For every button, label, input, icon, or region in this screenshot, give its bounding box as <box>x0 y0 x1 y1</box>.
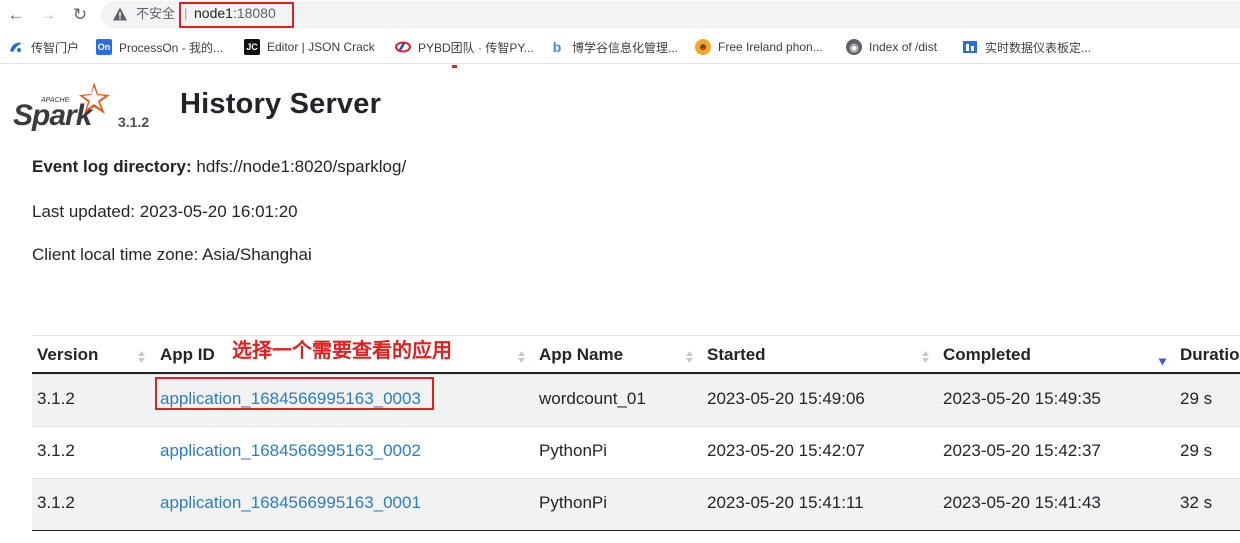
bookmark-dashboard[interactable]: 实时数据仪表板定... <box>962 39 1091 55</box>
cell-completed: 2023-05-20 15:49:35 <box>943 389 1101 408</box>
cell-app-name: PythonPi <box>539 441 608 460</box>
spark-version: 3.1.2 <box>118 114 150 130</box>
cell-app-name: PythonPi <box>539 493 608 512</box>
cell-started: 2023-05-20 15:41:11 <box>707 493 864 512</box>
bookmark-boxuegu[interactable]: b 博学谷信息化管理... <box>549 39 678 55</box>
bookmark-label: Index of /dist <box>869 40 938 54</box>
bookmark-jsoncrack[interactable]: JC Editor | JSON Crack <box>244 39 375 55</box>
url-text[interactable]: node1:18080 <box>194 5 276 22</box>
col-header-completed[interactable]: Completed <box>943 345 1031 365</box>
back-arrow-icon[interactable]: ← <box>4 4 28 26</box>
url-host: node1 <box>194 5 233 21</box>
bookmark-label: PYBD团队 · 传智PY... <box>418 40 534 55</box>
event-log-value: hdfs://node1:8020/sparklog/ <box>196 157 407 176</box>
cell-duration: 29 s <box>1180 441 1213 460</box>
svg-text:Spark: Spark <box>13 99 94 132</box>
url-separator: | <box>184 6 188 21</box>
red-mark <box>452 65 457 68</box>
bookmark-label: 实时数据仪表板定... <box>985 40 1092 55</box>
bookmark-free-ireland[interactable]: ☻ Free Ireland phon... <box>695 39 823 55</box>
col-header-started[interactable]: Started <box>707 345 766 365</box>
cell-app-name: wordcount_01 <box>539 389 646 408</box>
cell-version: 3.1.2 <box>37 441 75 460</box>
table-row: 3.1.2 application_1684566995163_0002 Pyt… <box>32 426 1240 478</box>
sort-icon[interactable] <box>921 350 930 364</box>
table-header: Version App ID App Name Started Complete… <box>32 335 1240 374</box>
processon-icon: On <box>96 39 112 55</box>
globe-icon: ◉ <box>846 39 862 55</box>
sort-desc-icon[interactable] <box>1158 358 1167 366</box>
pybd-icon <box>395 39 411 55</box>
bookmark-label: Free Ireland phon... <box>718 40 823 54</box>
page-title: History Server <box>180 88 382 120</box>
bookmark-label: Editor | JSON Crack <box>267 40 375 54</box>
event-log-label: Event log directory: <box>32 157 192 176</box>
cell-completed: 2023-05-20 15:42:37 <box>943 441 1101 460</box>
chuanzhi-icon <box>8 39 24 55</box>
smiley-icon: ☻ <box>695 39 711 55</box>
bookmark-chuanzhi[interactable]: 传智门户 <box>8 39 79 55</box>
bookmark-label: 传智门户 <box>31 40 80 55</box>
col-header-duration[interactable]: Duratio <box>1180 345 1240 365</box>
table-bottom-border <box>32 530 1240 531</box>
app-id-link[interactable]: application_1684566995163_0002 <box>160 441 421 461</box>
bookmark-index-dist[interactable]: ◉ Index of /dist <box>846 39 937 55</box>
bookmark-label: ProcessOn - 我的... <box>119 40 224 55</box>
bookmarks-bar: 传智门户 On ProcessOn - 我的... JC Editor | JS… <box>0 31 1240 64</box>
client-timezone: Client local time zone: Asia/Shanghai <box>32 245 312 264</box>
browser-toolbar: ← → ↻ 不安全 | node1:18080 <box>0 0 1240 31</box>
col-header-app-id[interactable]: App ID <box>160 345 215 365</box>
url-port: :18080 <box>232 5 276 21</box>
sort-icon[interactable] <box>685 350 694 364</box>
dashboard-icon <box>962 39 978 55</box>
annotation-highlight-box <box>155 377 434 410</box>
col-header-app-name[interactable]: App Name <box>539 345 623 365</box>
cell-duration: 29 s <box>1180 389 1213 408</box>
sort-icon[interactable] <box>517 350 526 364</box>
warning-icon[interactable] <box>112 6 128 22</box>
sort-icon[interactable] <box>137 350 146 364</box>
forward-arrow-icon[interactable]: → <box>36 4 60 26</box>
event-log-directory: Event log directory: hdfs://node1:8020/s… <box>32 157 406 177</box>
cell-completed: 2023-05-20 15:41:43 <box>943 493 1101 512</box>
security-status[interactable]: 不安全 <box>136 6 175 22</box>
col-header-version[interactable]: Version <box>37 345 98 365</box>
bookmark-pybd[interactable]: PYBD团队 · 传智PY... <box>395 39 534 55</box>
cell-started: 2023-05-20 15:42:07 <box>707 441 865 460</box>
jsoncrack-icon: JC <box>244 39 260 55</box>
last-updated: Last updated: 2023-05-20 16:01:20 <box>32 202 298 221</box>
table-row: 3.1.2 application_1684566995163_0001 Pyt… <box>32 478 1240 530</box>
bookmark-label: 博学谷信息化管理... <box>572 40 679 55</box>
cell-started: 2023-05-20 15:49:06 <box>707 389 865 408</box>
cell-version: 3.1.2 <box>37 389 75 408</box>
reload-icon[interactable]: ↻ <box>68 4 92 26</box>
app-id-link[interactable]: application_1684566995163_0001 <box>160 493 421 513</box>
bookmark-processon[interactable]: On ProcessOn - 我的... <box>96 39 223 55</box>
annotation-text: 选择一个需要查看的应用 <box>232 340 452 362</box>
boxuegu-icon: b <box>552 39 562 55</box>
spark-logo[interactable]: APACHE Spark <box>12 80 112 132</box>
cell-duration: 32 s <box>1180 493 1213 512</box>
cell-version: 3.1.2 <box>37 493 75 512</box>
